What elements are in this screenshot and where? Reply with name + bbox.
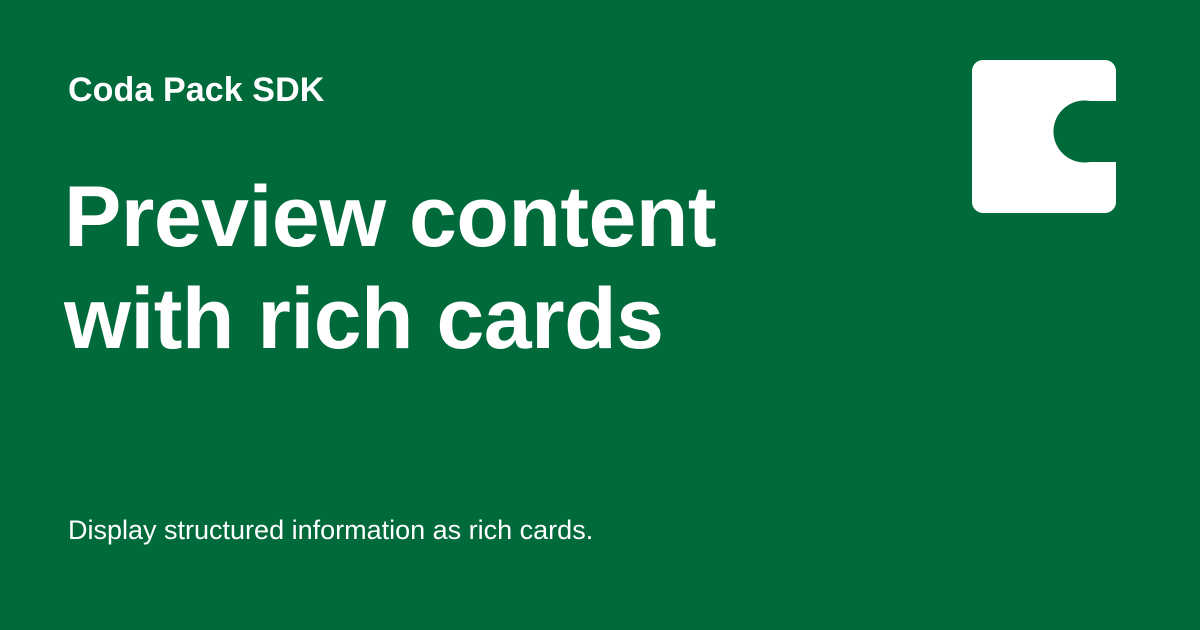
product-name: Coda Pack SDK [68,71,325,109]
social-card: Coda Pack SDK Preview content with rich … [0,0,1200,630]
page-description: Display structured information as rich c… [68,515,594,545]
coda-logo-icon [972,60,1116,213]
page-title: Preview content with rich cards [64,169,717,367]
logo-cutout [1053,100,1116,163]
